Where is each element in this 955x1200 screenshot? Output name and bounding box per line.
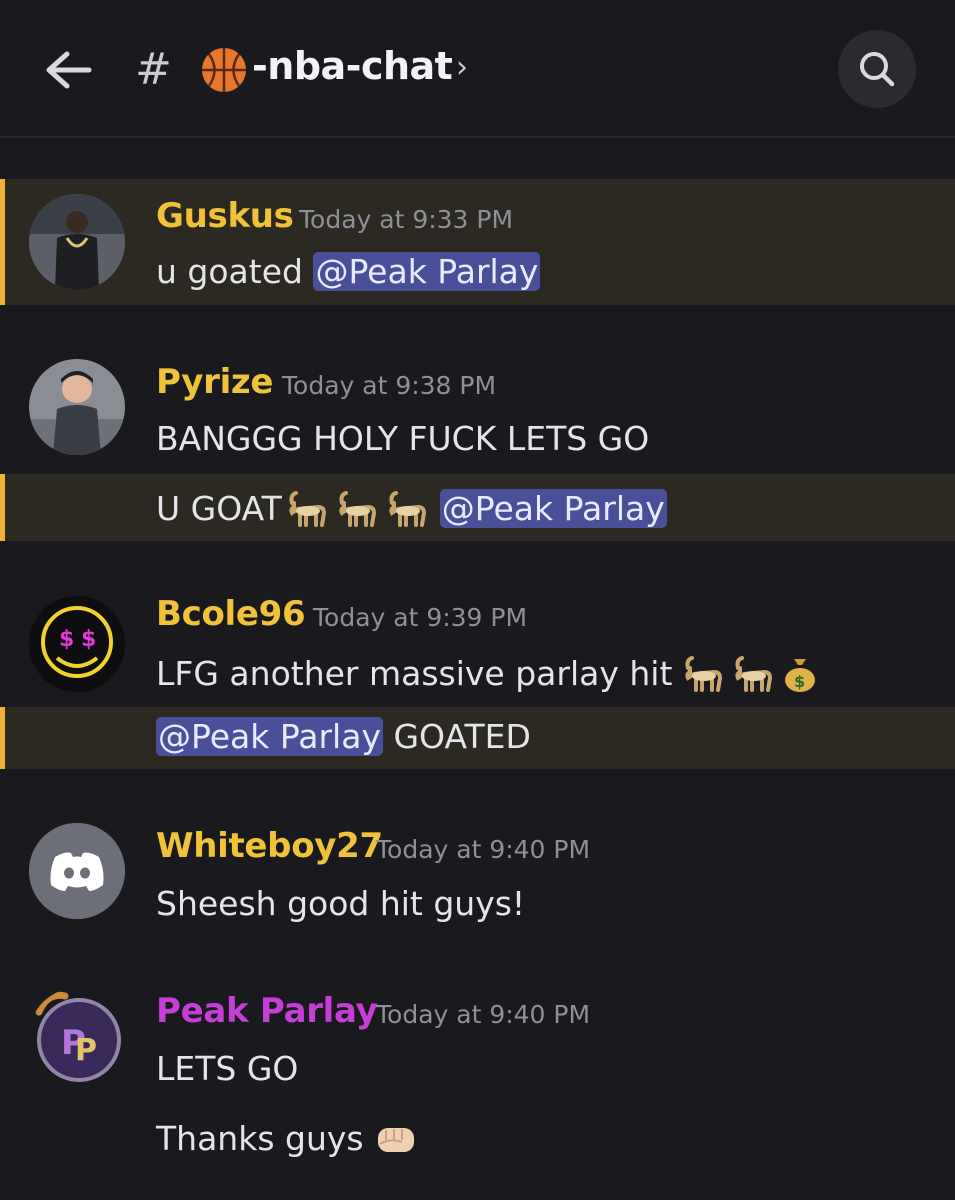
username[interactable]: Guskus [156,196,294,236]
goat-emoji [289,490,326,527]
svg-text:P: P [75,1033,97,1068]
timestamp: Today at 9:40 PM [376,1000,591,1029]
channel-hash: # [135,44,172,95]
avatar[interactable] [29,194,125,290]
goat-emoji [339,490,376,527]
chevron-right-icon[interactable]: › [456,50,468,85]
channel-name[interactable]: -nba-chat [252,44,453,88]
timestamp: Today at 9:33 PM [299,205,514,234]
username[interactable]: Peak Parlay [156,991,378,1031]
timestamp: Today at 9:40 PM [376,835,591,864]
search-button[interactable] [838,30,916,108]
fist-emoji [377,1127,414,1152]
message-text: Thanks guys [156,1119,422,1158]
message-text: BANGGG HOLY FUCK LETS GO [156,419,650,458]
search-icon [860,52,895,87]
avatar[interactable]: $ $ [29,596,125,692]
message-text: LFG another massive parlay hit $ [156,654,822,693]
message-text: u goated @Peak Parlay [156,252,541,291]
message-text: Sheesh good hit guys! [156,884,526,923]
money-bag-emoji: $ [785,658,816,692]
channel-header: # -nba-chat › [0,0,955,138]
username[interactable]: Whiteboy27 [156,826,383,866]
arrow-left-icon [46,51,92,89]
goat-emoji [735,655,773,692]
message-text: U GOAT @Peak Parlay [156,489,667,528]
user-mention[interactable]: @Peak Parlay [156,717,383,756]
username[interactable]: Bcole96 [156,594,306,634]
username[interactable]: Pyrize [156,362,273,402]
svg-text:$: $ [81,627,96,652]
avatar[interactable]: P P [29,988,125,1084]
timestamp: Today at 9:39 PM [313,603,528,632]
avatar[interactable] [29,823,125,919]
basketball-icon [202,48,246,92]
back-button[interactable] [40,42,96,98]
discord-logo-icon [29,823,125,919]
goat-emoji [389,490,426,527]
user-mention[interactable]: @Peak Parlay [439,489,667,528]
avatar[interactable] [29,359,125,455]
goat-emoji [685,655,723,692]
message-text: @Peak Parlay GOATED [156,717,531,756]
svg-text:$: $ [794,672,805,691]
timestamp: Today at 9:38 PM [282,371,497,400]
svg-text:$: $ [59,627,74,652]
user-mention[interactable]: @Peak Parlay [313,252,541,291]
message-text: LETS GO [156,1049,299,1088]
